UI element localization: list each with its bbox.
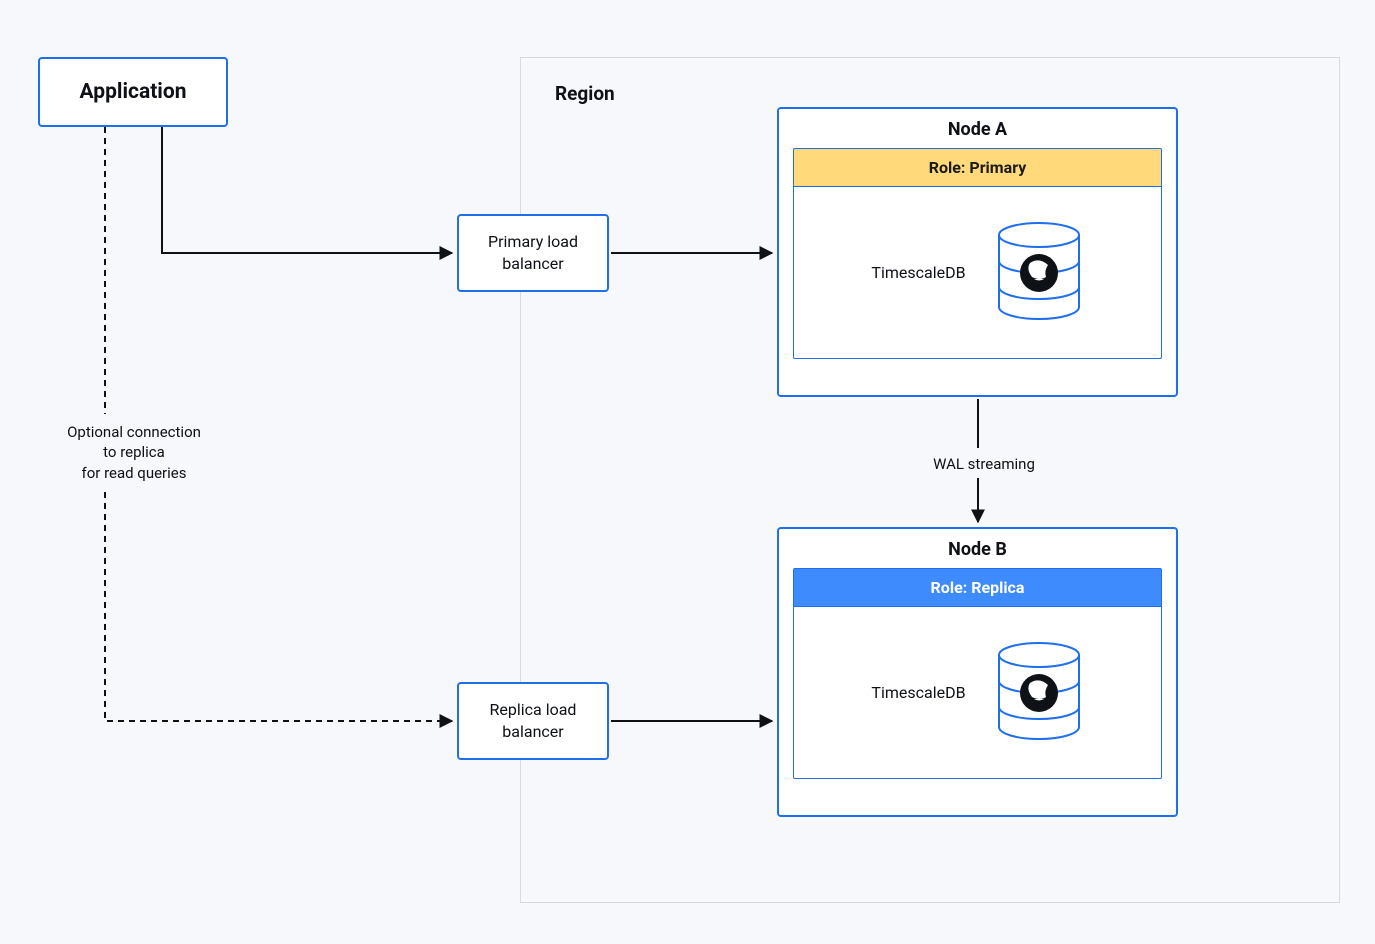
arrow-app-to-replica-lb-bottom <box>105 492 452 721</box>
node-b-role: Role: Replica <box>793 568 1162 607</box>
optional-line3: for read queries <box>44 463 224 483</box>
region-title: Region <box>555 82 615 105</box>
node-a-body: TimescaleDB <box>793 187 1162 359</box>
database-icon <box>994 221 1084 325</box>
optional-line1: Optional connection <box>44 422 224 442</box>
replica-lb-line2: balancer <box>502 721 563 743</box>
primary-load-balancer: Primary load balancer <box>457 214 609 292</box>
node-b-title: Node B <box>779 529 1176 568</box>
application-label: Application <box>80 80 187 104</box>
node-a-title: Node A <box>779 109 1176 148</box>
application-box: Application <box>38 57 228 127</box>
node-b: Node B Role: Replica TimescaleDB <box>777 527 1178 817</box>
node-a-role: Role: Primary <box>793 148 1162 187</box>
wal-streaming-label: WAL streaming <box>924 454 1044 474</box>
node-a: Node A Role: Primary TimescaleDB <box>777 107 1178 397</box>
arrow-app-to-primary-lb <box>162 127 452 253</box>
optional-connection-label: Optional connection to replica for read … <box>44 422 224 483</box>
optional-line2: to replica <box>44 442 224 462</box>
database-icon <box>994 641 1084 745</box>
node-a-db-label: TimescaleDB <box>871 263 965 282</box>
primary-lb-line1: Primary load <box>488 231 578 253</box>
replica-lb-line1: Replica load <box>490 699 577 721</box>
replica-load-balancer: Replica load balancer <box>457 682 609 760</box>
node-b-body: TimescaleDB <box>793 607 1162 779</box>
primary-lb-line2: balancer <box>502 253 563 275</box>
node-b-db-label: TimescaleDB <box>871 683 965 702</box>
